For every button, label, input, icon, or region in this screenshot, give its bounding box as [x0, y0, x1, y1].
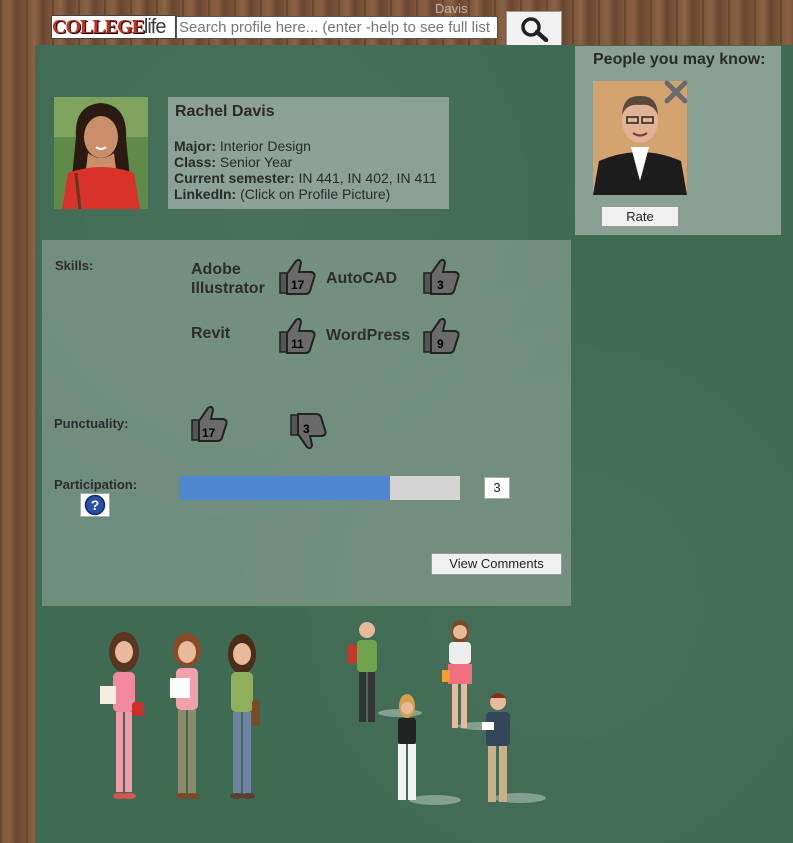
profile-class: Class: Senior Year: [174, 154, 292, 170]
profile-picture[interactable]: [54, 97, 148, 209]
skill-name-revit: Revit: [191, 325, 231, 342]
students-illustration-right: [348, 620, 546, 805]
skill-endorse-wordpress[interactable]: 9: [421, 315, 461, 355]
dismiss-suggestion-button[interactable]: [663, 79, 689, 105]
semester-value: IN 441, IN 402, IN 411: [298, 170, 437, 186]
punctuality-thumbs-down-button[interactable]: 3: [288, 412, 328, 452]
student-figure: [170, 633, 201, 799]
profile-linkedin: LinkedIn: (Click on Profile Picture): [174, 186, 390, 202]
collegelife-logo[interactable]: COLLEGElife: [51, 15, 176, 39]
punctuality-up-count: 17: [202, 426, 216, 440]
people-you-may-know-panel: People you may know: Rate: [575, 46, 781, 235]
skill-count-wordpress: 9: [437, 337, 444, 351]
profile-name: Rachel Davis: [175, 103, 275, 120]
rate-button[interactable]: Rate: [601, 206, 679, 227]
punctuality-thumbs-up-button[interactable]: 17: [189, 403, 229, 443]
student-figure: [398, 694, 461, 805]
student-figure: [100, 632, 144, 799]
search-button[interactable]: [506, 11, 562, 46]
search-input[interactable]: [176, 16, 498, 39]
profile-major: Major: Interior Design: [174, 138, 311, 154]
linkedin-value: (Click on Profile Picture): [240, 186, 391, 202]
skill-count-adobe-illustrator: 17: [291, 278, 305, 292]
major-label: Major:: [174, 138, 216, 154]
skill-count-autocad: 3: [437, 278, 444, 292]
close-icon: [664, 80, 688, 104]
view-comments-button[interactable]: View Comments: [431, 553, 562, 575]
student-figure: [482, 693, 546, 803]
svg-text:?: ?: [91, 497, 100, 513]
logo-college-text: COLLEGE: [52, 16, 145, 38]
participation-label: Participation:: [54, 477, 138, 492]
class-label: Class:: [174, 154, 217, 170]
skills-label: Skills:: [55, 258, 94, 273]
skill-endorse-revit[interactable]: 11: [277, 315, 317, 355]
ratings-panel: Skills: Adobe Illustrator 17 AutoCAD 3 R…: [42, 240, 571, 606]
profile-semester: Current semester: IN 441, IN 402, IN 411: [174, 170, 437, 186]
punctuality-down-count: 3: [303, 422, 310, 436]
skill-endorse-autocad[interactable]: 3: [421, 256, 461, 296]
student-figure: [228, 634, 260, 799]
skill-name-autocad: AutoCAD: [326, 270, 398, 287]
students-illustration-left: [100, 632, 260, 799]
pymk-title: People you may know:: [593, 51, 766, 68]
logo-life-text: life: [143, 16, 167, 38]
profile-info-card: Rachel Davis Major: Interior Design Clas…: [168, 97, 449, 209]
skill-name-adobe-illustrator: Adobe Illustrator: [191, 261, 265, 297]
punctuality-label: Punctuality:: [54, 416, 129, 431]
class-value: Senior Year: [219, 154, 293, 170]
linkedin-label: LinkedIn:: [174, 186, 237, 202]
skill-endorse-adobe-illustrator[interactable]: 17: [277, 256, 317, 296]
participation-progress-bar: [179, 476, 460, 500]
help-question-icon: ?: [84, 494, 106, 516]
profile-portrait-image: [54, 97, 148, 209]
participation-help-button[interactable]: ?: [80, 493, 110, 517]
skill-name-wordpress: WordPress: [326, 327, 411, 344]
major-value: Interior Design: [219, 138, 311, 154]
search-icon: [521, 17, 549, 42]
semester-label: Current semester:: [174, 170, 295, 186]
skill-count-revit: 11: [291, 337, 304, 351]
participation-progress-fill: [179, 476, 390, 500]
participation-count: 3: [484, 477, 510, 499]
